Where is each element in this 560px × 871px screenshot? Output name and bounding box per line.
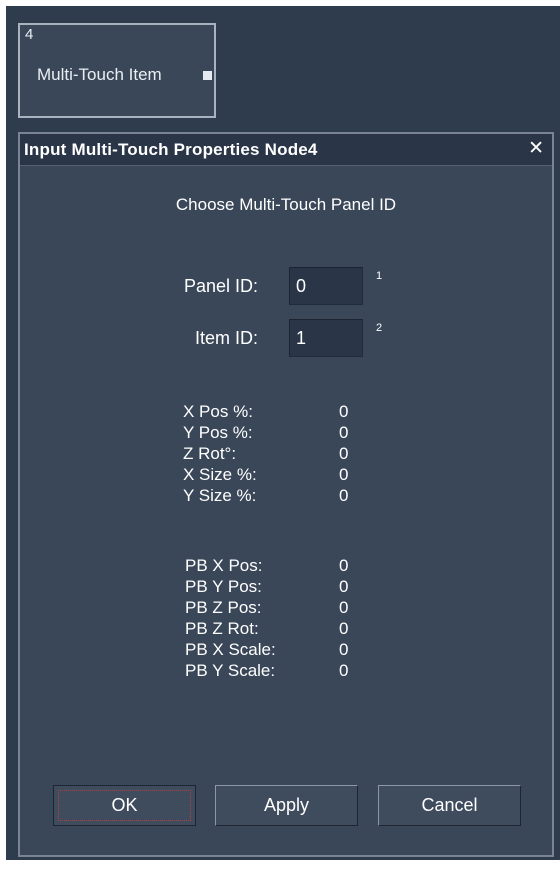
pb-y-scale-value: 0 [339,661,349,680]
x-pos-label: X Pos %: [183,402,253,421]
panel-id-index: 1 [376,270,383,282]
pb-y-scale-label: PB Y Scale: [185,661,276,680]
pb-y-pos-value: 0 [339,577,349,596]
close-icon[interactable]: ✕ [528,139,544,158]
item-id-label: Item ID: [195,328,259,348]
pb-z-pos-value: 0 [339,598,349,617]
pb-z-rot-label: PB Z Rot: [185,619,259,638]
pb-x-scale-value: 0 [339,640,349,659]
apply-button[interactable]: Apply [215,785,358,826]
pb-z-pos-label: PB Z Pos: [185,598,262,617]
dialog-title: Input Multi-Touch Properties Node4 [24,140,318,159]
ok-button[interactable]: OK [53,785,196,826]
panel-id-label: Panel ID: [184,276,259,296]
y-size-label: Y Size %: [183,486,257,505]
pb-x-pos-value: 0 [339,556,349,575]
x-pos-value: 0 [339,402,349,421]
panel-id-input[interactable] [289,267,363,305]
dialog-heading: Choose Multi-Touch Panel ID [175,195,397,214]
x-size-label: X Size %: [183,465,257,484]
y-pos-value: 0 [339,423,349,442]
y-pos-label: Y Pos %: [183,423,253,442]
item-id-index: 2 [376,322,383,334]
node-number: 4 [25,26,34,43]
pb-y-pos-label: PB Y Pos: [185,577,262,596]
x-size-value: 0 [339,465,349,484]
pb-z-rot-value: 0 [339,619,349,638]
z-rot-label: Z Rot°: [183,444,237,463]
pb-x-scale-label: PB X Scale: [185,640,276,659]
z-rot-value: 0 [339,444,349,463]
pb-x-pos-label: PB X Pos: [185,556,263,575]
cancel-button[interactable]: Cancel [378,785,521,826]
dialog-title-bar[interactable]: Input Multi-Touch Properties Node4 ✕ [20,134,552,166]
properties-dialog: Input Multi-Touch Properties Node4 ✕ Cho… [18,132,554,857]
y-size-value: 0 [339,486,349,505]
node-canvas: 4 Multi-Touch Item Input Multi-Touch Pro… [6,6,560,860]
multi-touch-item-node[interactable]: 4 Multi-Touch Item [18,23,216,118]
item-id-input[interactable] [289,319,363,357]
output-port-icon[interactable] [203,71,212,80]
node-label: Multi-Touch Item [37,65,162,84]
